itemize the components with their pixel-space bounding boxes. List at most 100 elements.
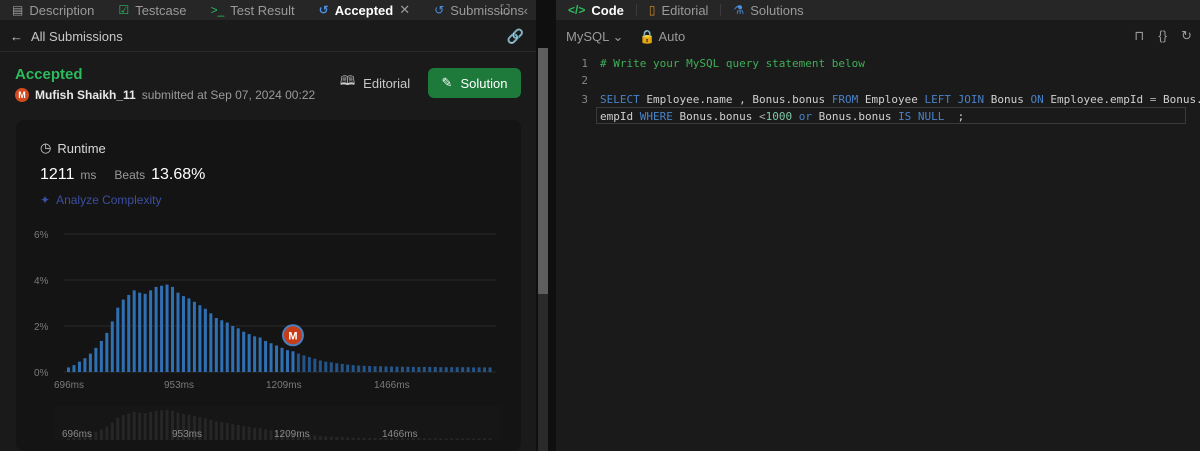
tab-code[interactable]: </> Code	[556, 0, 636, 20]
chart-bar[interactable]	[422, 366, 426, 372]
chart-bar[interactable]	[192, 301, 196, 372]
chart-bar[interactable]	[67, 367, 71, 372]
left-scrollbar-thumb[interactable]	[538, 48, 548, 294]
maximize-icon[interactable]: ⛶	[501, 2, 510, 18]
chart-bar[interactable]	[302, 355, 306, 372]
code-line[interactable]: 3 SELECT Employee.name , Bonus.bonus FROM…	[556, 92, 1200, 109]
chart-bar[interactable]	[291, 351, 295, 372]
editorial-button[interactable]: 🕮 Editorial	[330, 68, 420, 98]
chart-bar[interactable]	[318, 360, 322, 373]
link-icon[interactable]: 🔗	[507, 28, 524, 45]
chart-bar[interactable]	[236, 328, 240, 372]
chart-bar[interactable]	[83, 358, 87, 372]
reset-icon[interactable]: ↻	[1181, 28, 1192, 44]
chart-bar[interactable]	[94, 347, 98, 372]
chart-bar[interactable]	[433, 366, 437, 372]
chart-bar[interactable]	[428, 366, 432, 372]
runtime-distribution-chart[interactable]: 6% 4% 2% 0% 696ms 953ms 1209ms 1466ms M	[30, 224, 500, 392]
chart-bar[interactable]	[187, 298, 191, 372]
chart-bar[interactable]	[77, 361, 81, 372]
chart-bar[interactable]	[225, 322, 229, 372]
language-select[interactable]: MySQL ⌄	[566, 29, 623, 45]
code-line[interactable]: 2	[556, 73, 1200, 90]
chart-bar[interactable]	[209, 313, 213, 372]
chart-bar[interactable]	[231, 326, 235, 372]
close-icon[interactable]: ✕	[399, 2, 410, 18]
chart-bar[interactable]	[132, 290, 136, 372]
chart-bar[interactable]	[368, 366, 372, 372]
chart-bar[interactable]	[72, 365, 76, 372]
chart-bar[interactable]	[127, 294, 131, 372]
chart-bar[interactable]	[116, 307, 120, 372]
chart-bar[interactable]	[373, 366, 377, 372]
chart-bar[interactable]	[154, 286, 158, 372]
chart-bar[interactable]	[138, 292, 142, 372]
chart-bar[interactable]	[160, 285, 164, 372]
tab-description[interactable]: ▤ Description	[0, 0, 106, 20]
solution-button[interactable]: ✎ Solution	[428, 68, 521, 98]
chart-bar[interactable]	[439, 367, 443, 372]
tab-testcase[interactable]: ☑ Testcase	[106, 0, 198, 20]
chart-bar[interactable]	[285, 350, 289, 372]
chart-bar[interactable]	[203, 308, 207, 372]
chart-bar[interactable]	[324, 361, 328, 372]
chart-bar[interactable]	[105, 332, 109, 372]
tab-test-result[interactable]: >_ Test Result	[199, 0, 307, 20]
chart-bar[interactable]	[198, 305, 202, 372]
chart-bar[interactable]	[220, 320, 224, 372]
chart-bar[interactable]	[165, 284, 169, 372]
tab-editorial[interactable]: ▯ Editorial	[637, 0, 721, 20]
code-line[interactable]: empId WHERE Bonus.bonus <1000 or Bonus.b…	[556, 109, 1200, 126]
code-line[interactable]: 1 # Write your MySQL query statement belo…	[556, 56, 1200, 73]
chart-bar[interactable]	[395, 366, 399, 372]
chart-bar[interactable]	[351, 365, 355, 372]
analyze-complexity-button[interactable]: ✦ Analyze Complexity	[40, 193, 161, 207]
chart-bar[interactable]	[247, 334, 251, 372]
chart-bar[interactable]	[417, 366, 421, 372]
chart-bar[interactable]	[488, 367, 492, 372]
chart-bar[interactable]	[461, 367, 465, 372]
chart-bar[interactable]	[406, 366, 410, 372]
chart-bar[interactable]	[340, 363, 344, 372]
chart-bar[interactable]	[253, 336, 257, 372]
chart-bar[interactable]	[400, 366, 404, 372]
chart-bar[interactable]	[264, 340, 268, 372]
chart-bar[interactable]	[483, 367, 487, 372]
tab-accepted[interactable]: ↺ Accepted ✕	[307, 0, 423, 20]
avatar[interactable]: M	[15, 88, 29, 102]
chart-bar[interactable]	[384, 366, 388, 372]
chart-bar[interactable]	[242, 331, 246, 372]
chart-bar[interactable]	[357, 365, 361, 372]
chart-bar[interactable]	[181, 296, 185, 372]
chart-bar[interactable]	[214, 317, 218, 372]
chart-bar[interactable]	[329, 362, 333, 372]
submitter-name[interactable]: Mufish Shaikh_11	[35, 88, 136, 102]
chart-bar[interactable]	[466, 367, 470, 372]
chart-bar[interactable]	[88, 353, 92, 372]
chart-bar[interactable]	[110, 321, 114, 372]
chart-bar[interactable]	[121, 299, 125, 372]
chart-bar[interactable]	[362, 365, 366, 372]
chart-bar[interactable]	[258, 337, 262, 373]
chart-bar[interactable]	[450, 367, 454, 372]
chart-bar[interactable]	[411, 366, 415, 372]
chart-bar[interactable]	[389, 366, 393, 372]
chart-bar[interactable]	[346, 364, 350, 372]
chart-bar[interactable]	[313, 358, 317, 372]
chart-bar[interactable]	[296, 353, 300, 372]
chart-bar[interactable]	[171, 286, 175, 372]
chart-bar[interactable]	[176, 292, 180, 372]
chart-bar[interactable]	[269, 343, 273, 372]
chart-bar[interactable]	[335, 363, 339, 372]
chart-bar[interactable]	[280, 347, 284, 372]
chevron-left-icon[interactable]: ‹	[524, 3, 528, 18]
chart-bar[interactable]	[275, 345, 279, 372]
chart-bar[interactable]	[477, 367, 481, 372]
braces-icon[interactable]: {}	[1158, 28, 1167, 44]
chart-bar[interactable]	[379, 366, 383, 372]
back-to-submissions[interactable]: ← All Submissions	[10, 29, 123, 44]
auto-format-toggle[interactable]: 🔒 Auto	[639, 29, 685, 45]
runtime-label[interactable]: ◷ Runtime	[40, 140, 106, 156]
runtime-range-slider[interactable]: 696ms 953ms 1209ms 1466ms	[30, 402, 500, 444]
chart-bar[interactable]	[307, 357, 311, 372]
